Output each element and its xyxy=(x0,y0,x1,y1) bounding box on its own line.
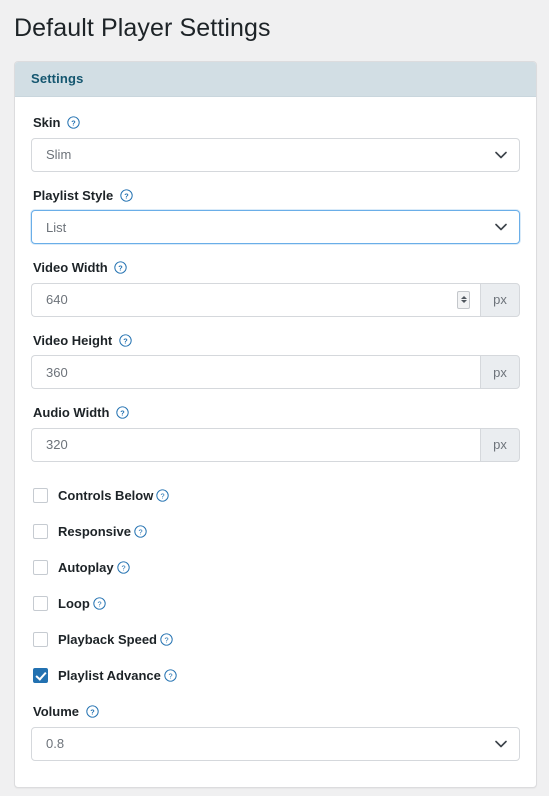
help-circle-icon[interactable]: ? xyxy=(160,633,173,647)
input-video-height[interactable]: 360 xyxy=(31,355,480,390)
settings-page: Default Player Settings Settings Skin ? … xyxy=(0,0,549,796)
input-audio-width-value: 320 xyxy=(46,437,68,453)
label-video-height-text: Video Height xyxy=(33,332,113,348)
help-circle-icon[interactable]: ? xyxy=(93,597,106,611)
checkbox-loop[interactable] xyxy=(33,596,48,612)
label-audio-width-text: Audio Width xyxy=(33,405,110,421)
field-playlist-style: Playlist Style ? List xyxy=(31,188,520,245)
select-playlist-style-value: List xyxy=(46,219,67,235)
input-group-audio-width: 320 px xyxy=(31,427,520,462)
label-playlist-style: Playlist Style ? xyxy=(33,188,520,204)
number-spinner-icon[interactable] xyxy=(457,290,470,309)
label-volume: Volume ? xyxy=(33,704,520,720)
select-volume[interactable]: 0.8 xyxy=(31,726,520,761)
help-circle-icon[interactable]: ? xyxy=(164,669,177,683)
checkbox-controls-below[interactable] xyxy=(33,488,48,504)
label-video-width: Video Width ? xyxy=(33,260,520,276)
svg-text:?: ? xyxy=(97,600,101,609)
help-circle-icon[interactable]: ? xyxy=(67,116,80,129)
panel-body: Skin ? Slim Playlist Style ? List Video … xyxy=(15,97,536,787)
field-video-height: Video Height ? 360 px xyxy=(31,333,520,390)
label-video-height: Video Height ? xyxy=(33,333,520,349)
checkbox-label-playlist-advance: Playlist Advance xyxy=(58,668,161,684)
svg-text:?: ? xyxy=(119,264,124,273)
checkbox-label-playback-speed: Playback Speed xyxy=(58,632,157,648)
svg-text:?: ? xyxy=(138,528,142,537)
chevron-down-icon xyxy=(495,740,507,748)
svg-text:?: ? xyxy=(123,336,128,345)
svg-text:?: ? xyxy=(164,636,168,645)
label-playlist-style-text: Playlist Style xyxy=(33,187,114,203)
select-skin[interactable]: Slim xyxy=(31,137,520,172)
help-circle-icon[interactable]: ? xyxy=(116,406,129,420)
panel-header: Settings xyxy=(15,62,536,97)
chevron-down-icon xyxy=(495,223,507,231)
checkbox-row-responsive[interactable]: Responsive ? xyxy=(33,514,520,550)
label-volume-text: Volume xyxy=(33,703,79,719)
checkbox-playlist-advance[interactable] xyxy=(33,668,48,684)
input-video-height-value: 360 xyxy=(46,364,68,380)
field-video-width: Video Width ? 640 px xyxy=(31,260,520,317)
checkbox-label-controls-below: Controls Below xyxy=(58,488,154,504)
field-skin: Skin ? Slim xyxy=(31,115,520,172)
checkbox-playback-speed[interactable] xyxy=(33,632,48,648)
help-circle-icon[interactable]: ? xyxy=(85,705,99,718)
label-skin-text: Skin xyxy=(33,115,61,130)
select-playlist-style[interactable]: List xyxy=(31,210,520,245)
help-circle-icon[interactable]: ? xyxy=(134,525,147,539)
input-group-video-height: 360 px xyxy=(31,355,520,390)
checkbox-group: Controls Below ? Responsive ? Autoplay ?… xyxy=(31,478,520,694)
input-video-width[interactable]: 640 xyxy=(31,282,480,317)
svg-text:?: ? xyxy=(168,672,172,681)
select-volume-value: 0.8 xyxy=(46,736,65,752)
checkbox-label-responsive: Responsive xyxy=(58,524,131,540)
unit-addon-audio-width: px xyxy=(480,427,520,462)
field-audio-width: Audio Width ? 320 px xyxy=(31,405,520,462)
label-video-width-text: Video Width xyxy=(33,260,108,276)
checkbox-row-autoplay[interactable]: Autoplay ? xyxy=(33,550,520,586)
input-video-width-value: 640 xyxy=(46,292,68,308)
checkbox-responsive[interactable] xyxy=(33,524,48,540)
checkbox-row-loop[interactable]: Loop ? xyxy=(33,586,520,622)
svg-text:?: ? xyxy=(124,191,129,200)
svg-text:?: ? xyxy=(71,118,76,127)
input-group-video-width: 640 px xyxy=(31,282,520,317)
chevron-down-icon xyxy=(495,151,507,159)
svg-text:?: ? xyxy=(90,707,95,716)
settings-panel: Settings Skin ? Slim Playlist Style ? Li… xyxy=(14,61,537,788)
unit-addon-video-width: px xyxy=(480,282,520,317)
checkbox-row-playback-speed[interactable]: Playback Speed ? xyxy=(33,622,520,658)
checkbox-autoplay[interactable] xyxy=(33,560,48,576)
checkbox-row-playlist-advance[interactable]: Playlist Advance ? xyxy=(33,658,520,694)
svg-text:?: ? xyxy=(120,409,125,418)
svg-text:?: ? xyxy=(121,564,125,573)
svg-text:?: ? xyxy=(161,492,165,501)
checkbox-label-autoplay: Autoplay xyxy=(58,560,114,576)
label-skin: Skin ? xyxy=(33,115,520,131)
help-circle-icon[interactable]: ? xyxy=(156,489,170,503)
label-audio-width: Audio Width ? xyxy=(33,405,520,421)
field-volume: Volume ? 0.8 xyxy=(31,704,520,761)
help-circle-icon[interactable]: ? xyxy=(116,561,130,575)
checkbox-label-loop: Loop xyxy=(58,596,90,612)
help-circle-icon[interactable]: ? xyxy=(114,261,128,274)
select-skin-value: Slim xyxy=(46,147,72,163)
help-circle-icon[interactable]: ? xyxy=(120,188,133,202)
checkbox-row-controls-below[interactable]: Controls Below ? xyxy=(33,478,520,514)
input-audio-width[interactable]: 320 xyxy=(31,427,480,462)
page-title: Default Player Settings xyxy=(14,14,271,42)
unit-addon-video-height: px xyxy=(480,355,520,390)
help-circle-icon[interactable]: ? xyxy=(119,334,132,347)
